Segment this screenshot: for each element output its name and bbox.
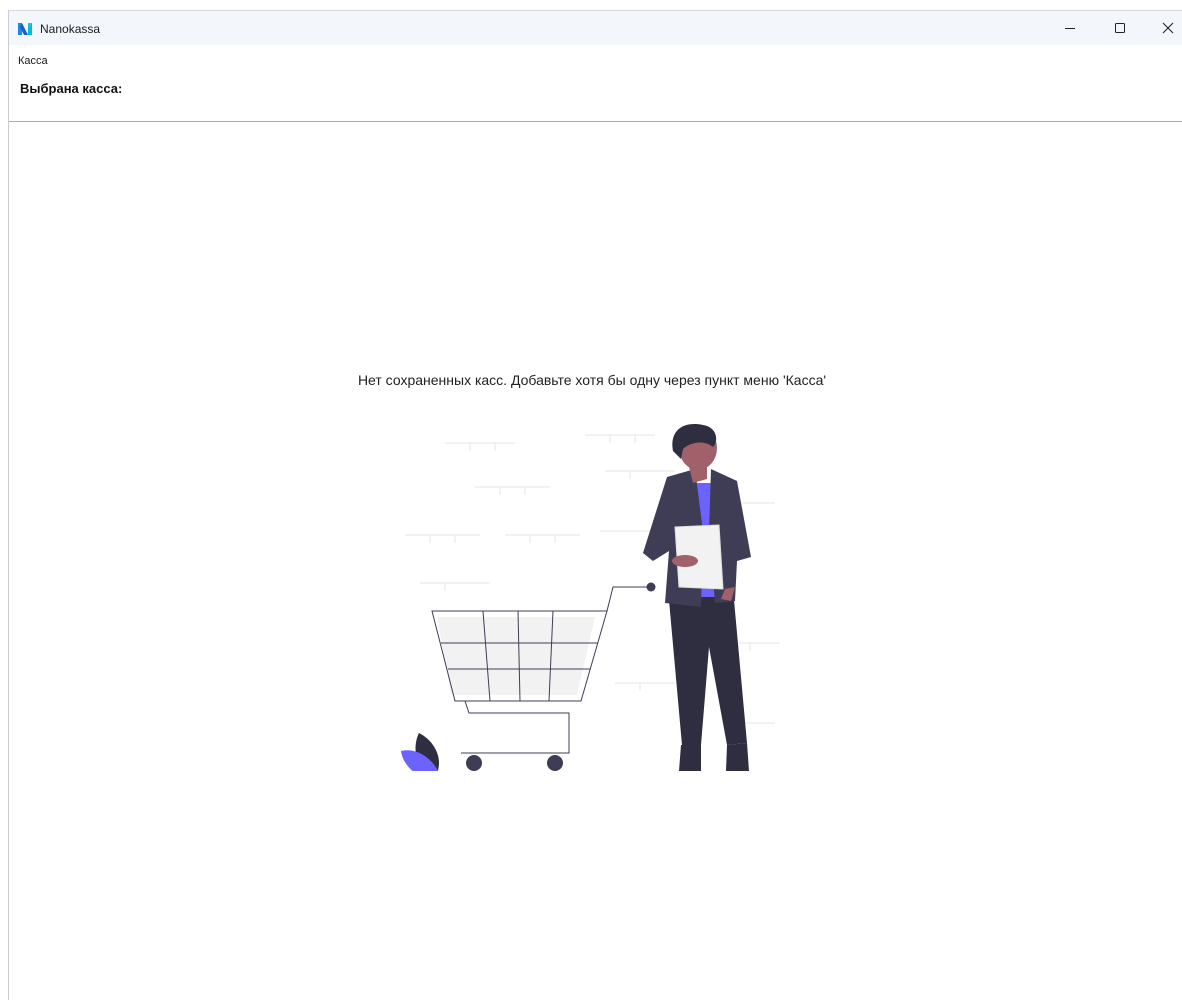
maximize-icon	[1115, 23, 1125, 33]
selected-kassa-label: Выбрана касса:	[20, 81, 123, 96]
menu-bar: Касса	[9, 45, 1182, 69]
person-shoe-left	[679, 745, 701, 771]
cart-handle-knob	[646, 582, 656, 592]
minimize-button[interactable]	[1047, 11, 1093, 45]
maximize-button[interactable]	[1097, 11, 1143, 45]
header-divider	[9, 121, 1182, 122]
nanokassa-logo-icon	[18, 23, 32, 35]
title-bar[interactable]: Nanokassa	[9, 11, 1182, 45]
close-button[interactable]	[1145, 11, 1182, 45]
empty-state-message: Нет сохраненных касс. Добавьте хотя бы о…	[357, 372, 827, 388]
cart-basket-fill	[437, 617, 595, 695]
close-icon	[1162, 22, 1174, 34]
person-shoe-right	[726, 743, 749, 771]
menu-item-kassa[interactable]: Касса	[18, 55, 51, 67]
shopping-cart-person-illustration	[401, 424, 780, 771]
app-window: Nanokassa Касса Выбрана касса: Нет сохра…	[8, 10, 1182, 1000]
person-legs	[668, 589, 747, 745]
minimize-icon	[1065, 28, 1075, 29]
cart-wheel-left	[466, 755, 482, 771]
window-title: Nanokassa	[40, 22, 101, 36]
cart-wheel-right	[547, 755, 563, 771]
person-hand	[672, 555, 698, 567]
